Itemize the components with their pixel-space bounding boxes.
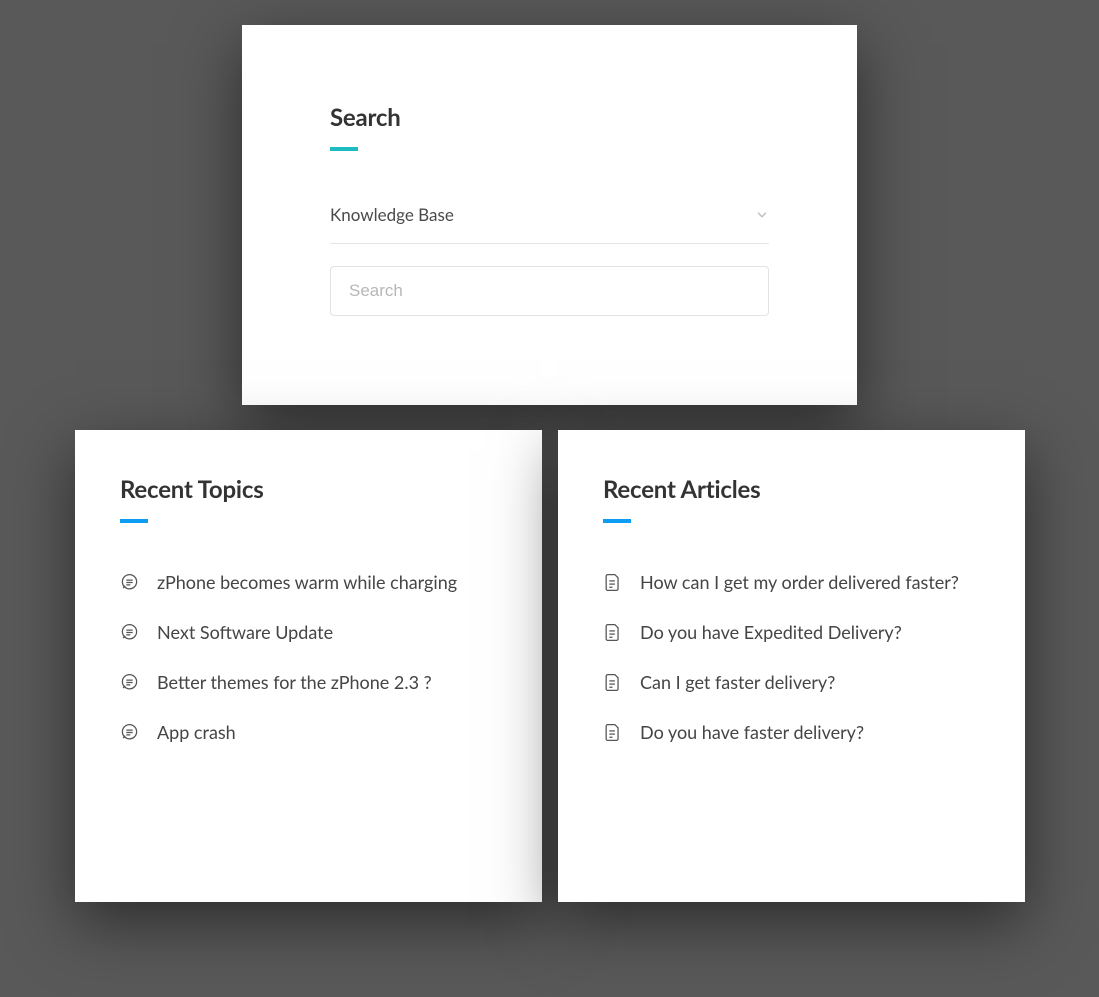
articles-list: How can I get my order delivered faster?… bbox=[603, 571, 980, 743]
title-underline bbox=[120, 519, 148, 523]
list-item[interactable]: How can I get my order delivered faster? bbox=[603, 571, 980, 593]
recent-articles-title: Recent Articles bbox=[603, 475, 980, 504]
dropdown-label: Knowledge Base bbox=[330, 204, 454, 225]
list-item[interactable]: Do you have faster delivery? bbox=[603, 721, 980, 743]
search-input[interactable] bbox=[330, 266, 769, 316]
title-underline bbox=[330, 147, 358, 151]
chat-icon bbox=[120, 723, 139, 742]
list-item-label: Do you have Expedited Delivery? bbox=[640, 621, 902, 643]
list-item-label: Can I get faster delivery? bbox=[640, 671, 835, 693]
title-underline bbox=[603, 519, 631, 523]
list-item[interactable]: Can I get faster delivery? bbox=[603, 671, 980, 693]
document-icon bbox=[603, 623, 622, 642]
list-item[interactable]: Next Software Update bbox=[120, 621, 497, 643]
chat-icon bbox=[120, 573, 139, 592]
search-card: Search Knowledge Base bbox=[242, 25, 857, 405]
recent-articles-card: Recent Articles How can I get my order d… bbox=[558, 430, 1025, 902]
document-icon bbox=[603, 723, 622, 742]
list-item-label: Next Software Update bbox=[157, 621, 333, 643]
search-title: Search bbox=[330, 103, 769, 132]
chat-icon bbox=[120, 623, 139, 642]
chevron-down-icon bbox=[755, 208, 769, 222]
list-item-label: Do you have faster delivery? bbox=[640, 721, 864, 743]
knowledge-base-dropdown[interactable]: Knowledge Base bbox=[330, 199, 769, 244]
list-item[interactable]: Better themes for the zPhone 2.3 ? bbox=[120, 671, 497, 693]
list-item[interactable]: zPhone becomes warm while charging bbox=[120, 571, 497, 593]
recent-topics-card: Recent Topics zPhone becomes warm while … bbox=[75, 430, 542, 902]
list-item-label: zPhone becomes warm while charging bbox=[157, 571, 457, 593]
list-item-label: How can I get my order delivered faster? bbox=[640, 571, 959, 593]
topics-list: zPhone becomes warm while charging Next … bbox=[120, 571, 497, 743]
recent-topics-title: Recent Topics bbox=[120, 475, 497, 504]
list-item-label: App crash bbox=[157, 721, 236, 743]
list-item[interactable]: App crash bbox=[120, 721, 497, 743]
chat-icon bbox=[120, 673, 139, 692]
document-icon bbox=[603, 673, 622, 692]
list-item[interactable]: Do you have Expedited Delivery? bbox=[603, 621, 980, 643]
list-item-label: Better themes for the zPhone 2.3 ? bbox=[157, 671, 432, 693]
document-icon bbox=[603, 573, 622, 592]
